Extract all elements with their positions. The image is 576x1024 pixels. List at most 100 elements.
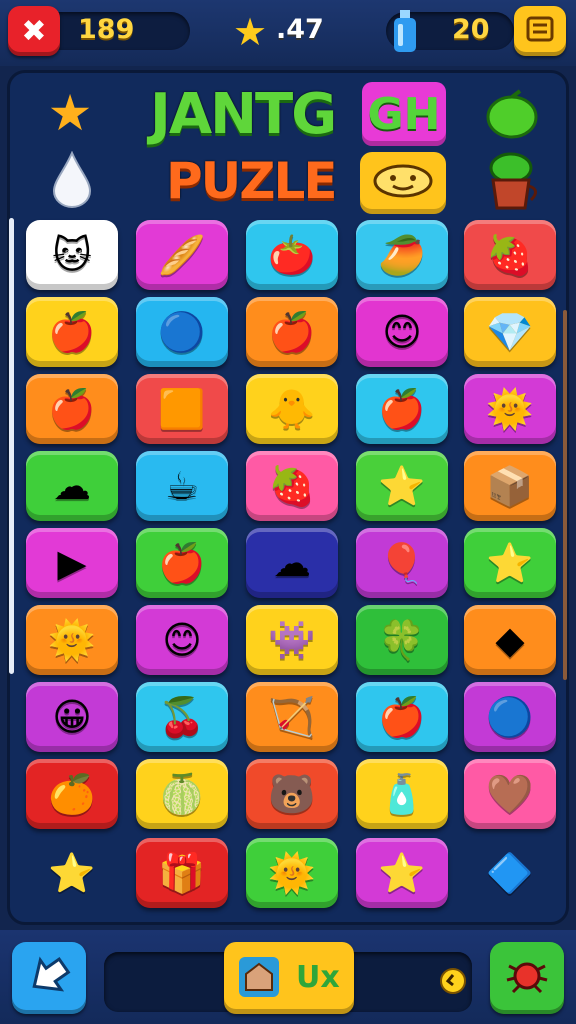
gem-icon: 🔷: [486, 851, 534, 895]
tile[interactable]: 🤎: [464, 759, 556, 829]
tray-item-slot[interactable]: Ux: [224, 942, 354, 1014]
blue-orb-icon: 🔵: [158, 310, 206, 354]
tile[interactable]: ☁: [246, 528, 338, 598]
smiley-icon: 😊: [382, 310, 422, 354]
tile[interactable]: 🍎: [356, 374, 448, 444]
tile[interactable]: 🍎: [26, 297, 118, 367]
tile[interactable]: 📦: [464, 451, 556, 521]
stars-value: .47: [276, 14, 324, 45]
bear-icon: 🐻: [268, 772, 316, 816]
tile[interactable]: 🍀: [356, 605, 448, 675]
teardrop-icon: [46, 148, 98, 212]
tile[interactable]: 😊: [356, 297, 448, 367]
apple-icon: 🍎: [48, 387, 96, 431]
sun-face-icon: 🌞: [486, 387, 534, 431]
smile-face-badge: [360, 152, 446, 214]
tile[interactable]: 😊: [136, 605, 228, 675]
settings-button[interactable]: [490, 942, 564, 1014]
tile[interactable]: 🍎: [26, 374, 118, 444]
tile[interactable]: 🌞: [246, 838, 338, 908]
multiply-icon: Ux: [296, 960, 340, 995]
tile[interactable]: 🍎: [136, 528, 228, 598]
tile[interactable]: 🍓: [464, 220, 556, 290]
chick-icon: 🐥: [268, 387, 316, 431]
box-icon: 📦: [486, 464, 534, 508]
blob-icon: 👾: [268, 618, 316, 662]
tile[interactable]: 👾: [246, 605, 338, 675]
clock-icon[interactable]: [438, 966, 468, 996]
bug-gear-icon: [503, 954, 551, 1002]
menu-button[interactable]: [514, 6, 566, 56]
tile[interactable]: 🐻: [246, 759, 338, 829]
title-line-1: JANTG: [150, 82, 337, 147]
tomato-icon: 🍅: [268, 233, 316, 277]
apple-icon: 🍎: [268, 310, 316, 354]
tile[interactable]: 🍓: [246, 451, 338, 521]
back-button[interactable]: [12, 942, 86, 1014]
tile[interactable]: 🍊: [26, 759, 118, 829]
tile[interactable]: 🔷: [464, 838, 556, 908]
tile[interactable]: ☕: [136, 451, 228, 521]
clover-icon: 🍀: [378, 618, 426, 662]
tile[interactable]: ⭐: [356, 451, 448, 521]
tile[interactable]: ☁: [26, 451, 118, 521]
arrow-icon: ◆: [495, 618, 525, 662]
apple-icon: 🍎: [48, 310, 96, 354]
tray-mark: Ux: [296, 960, 340, 995]
star-icon: ⭐: [378, 464, 426, 508]
apple-icon: 🍎: [378, 387, 426, 431]
tile[interactable]: ⭐: [356, 838, 448, 908]
tile[interactable]: 🥖: [136, 220, 228, 290]
balloon-icon: 🎈: [378, 541, 426, 585]
blue-orb-icon: 🔵: [486, 695, 534, 739]
close-button[interactable]: ✖: [8, 6, 60, 56]
potions-value: 20: [452, 14, 490, 45]
strawberry-icon: 🍓: [268, 464, 316, 508]
bread-icon: 🥖: [158, 233, 206, 277]
tile[interactable]: 🏹: [246, 682, 338, 752]
tile[interactable]: 🌞: [26, 605, 118, 675]
mango-icon: 🥭: [378, 233, 426, 277]
tile[interactable]: 🍎: [356, 682, 448, 752]
star-icon: ⭐: [486, 541, 534, 585]
bow-icon: 🏹: [268, 695, 316, 739]
tile[interactable]: 🍈: [136, 759, 228, 829]
close-x-icon: ✖: [21, 13, 47, 49]
tile[interactable]: 🧴: [356, 759, 448, 829]
tile[interactable]: 🎈: [356, 528, 448, 598]
green-fruit-icon: [482, 86, 542, 142]
tile[interactable]: 🔵: [464, 682, 556, 752]
tile[interactable]: 🌞: [464, 374, 556, 444]
tile[interactable]: 🐥: [246, 374, 338, 444]
lime-icon: 🍈: [158, 772, 206, 816]
tile[interactable]: 💎: [464, 297, 556, 367]
left-scrollbar[interactable]: [9, 218, 14, 674]
cloud-icon: ☁: [53, 464, 91, 508]
tile[interactable]: ▶: [26, 528, 118, 598]
tile[interactable]: ◆: [464, 605, 556, 675]
tile[interactable]: ⭐: [464, 528, 556, 598]
title-line-2: PUZLE: [166, 152, 338, 210]
tile[interactable]: 🍅: [246, 220, 338, 290]
sun-face-icon: 😀: [52, 695, 92, 739]
tile[interactable]: 🟧: [136, 374, 228, 444]
tile[interactable]: ⭐: [26, 838, 118, 908]
arrow-icon: ▶: [57, 541, 87, 585]
tile[interactable]: 🎁: [136, 838, 228, 908]
card-icon: 🟧: [158, 387, 206, 431]
tile[interactable]: 🍎: [246, 297, 338, 367]
right-scrollbar[interactable]: [563, 310, 567, 680]
title-gh-box: GH: [362, 82, 446, 146]
cloud-icon: ☁: [273, 541, 311, 585]
star-leaf-icon: ★: [47, 84, 93, 142]
coins-value: 189: [78, 14, 135, 45]
star-icon: ⭐: [378, 851, 426, 895]
tile[interactable]: 🐱: [26, 220, 118, 290]
tile[interactable]: 🍒: [136, 682, 228, 752]
gem-icon: 💎: [486, 310, 534, 354]
potted-plant-icon: [484, 148, 544, 214]
tile[interactable]: 🥭: [356, 220, 448, 290]
star-icon: ⭐: [48, 851, 96, 895]
tile[interactable]: 🔵: [136, 297, 228, 367]
tile[interactable]: 😀: [26, 682, 118, 752]
